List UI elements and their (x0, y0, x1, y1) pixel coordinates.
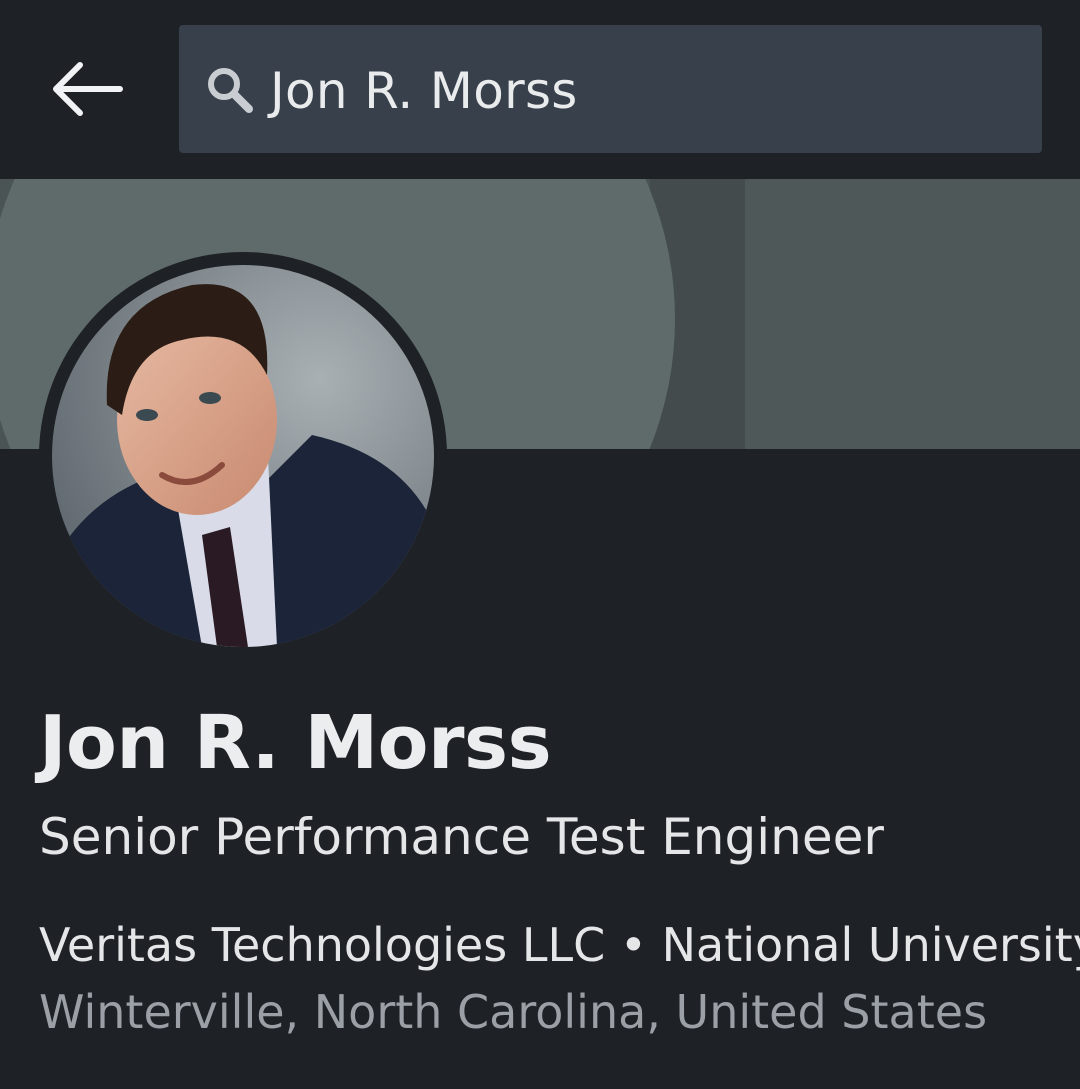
affiliation-separator: • (619, 918, 647, 972)
search-query-text[interactable]: Jon R. Morss (270, 25, 578, 153)
profile-school[interactable]: National University (662, 918, 1080, 972)
profile-photo (52, 265, 434, 647)
profile-location: Winterville, North Carolina, United Stat… (39, 985, 988, 1039)
back-arrow-icon (53, 62, 123, 116)
search-field[interactable]: Jon R. Morss (179, 25, 1042, 153)
profile-avatar[interactable] (52, 265, 434, 647)
profile-affiliations: Veritas Technologies LLC • National Univ… (39, 918, 1080, 972)
profile-name: Jon R. Morss (39, 700, 552, 786)
back-button[interactable] (48, 56, 128, 122)
profile-company[interactable]: Veritas Technologies LLC (39, 918, 605, 972)
top-app-bar: Jon R. Morss (0, 0, 1080, 179)
profile-headline: Senior Performance Test Engineer (39, 808, 884, 866)
search-icon (208, 68, 253, 113)
